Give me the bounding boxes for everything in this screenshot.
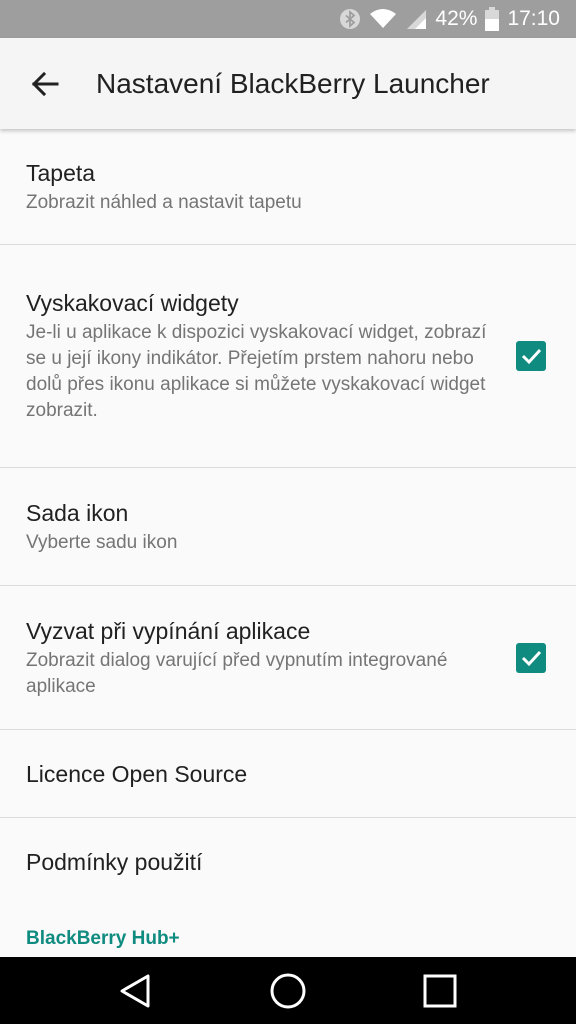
pref-title: Tapeta (26, 159, 96, 186)
nav-back-button[interactable] (106, 961, 166, 1021)
nav-home-button[interactable] (258, 961, 318, 1021)
pref-summary: Je-li u aplikace k dispozici vyskakovací… (26, 322, 487, 421)
checkmark-icon (521, 348, 542, 365)
pref-title: Vyskakovací widgety (26, 290, 239, 316)
pref-icon-pack[interactable]: Sada ikon Vyberte sadu ikon (0, 468, 576, 586)
pref-title: Vyzvat při vypínání aplikace (26, 617, 311, 644)
navigation-bar (0, 957, 576, 1024)
back-triangle-icon (120, 974, 150, 1007)
checkmark-icon (521, 650, 542, 666)
arrow-back-icon (31, 71, 59, 96)
pref-wallpaper[interactable]: Tapeta Zobrazit náhled a nastavit tapetu (0, 129, 576, 245)
status-bar: 42% 17:10 (0, 0, 576, 38)
battery-icon (485, 7, 500, 31)
category-header: BlackBerry Hub+ (26, 928, 180, 949)
pref-open-source-licences[interactable]: Licence Open Source (0, 730, 576, 818)
settings-list[interactable]: Tapeta Zobrazit náhled a nastavit tapetu… (0, 129, 576, 957)
pref-summary: Zobrazit náhled a nastavit tapetu (26, 191, 302, 213)
popup-widgets-checkbox[interactable] (516, 341, 546, 371)
pref-app-disable-prompt[interactable]: Vyzvat při vypínání aplikace Zobrazit di… (0, 586, 576, 730)
signal-icon (405, 8, 427, 30)
app-bar: Nastavení BlackBerry Launcher (0, 38, 576, 129)
pref-summary: Zobrazit dialog varující před vypnutím i… (26, 649, 448, 697)
pref-title: Podmínky použití (26, 849, 203, 875)
pref-summary: Vyberte sadu ikon (26, 531, 178, 553)
pref-popup-widgets[interactable]: Vyskakovací widgety Je-li u aplikace k d… (0, 245, 576, 468)
clock: 17:10 (507, 7, 560, 30)
pref-title: Licence Open Source (26, 760, 248, 787)
disable-prompt-checkbox[interactable] (516, 642, 546, 673)
bluetooth-icon (339, 8, 361, 30)
battery-percent: 42% (435, 7, 478, 30)
home-circle-icon (270, 973, 306, 1008)
page-title: Nastavení BlackBerry Launcher (96, 67, 490, 99)
recents-square-icon (423, 974, 457, 1007)
pref-terms-of-use[interactable]: Podmínky použití (0, 818, 576, 906)
wifi-icon (369, 8, 397, 30)
back-button[interactable] (0, 38, 90, 129)
pref-title: Sada ikon (26, 499, 129, 526)
nav-recents-button[interactable] (410, 961, 470, 1021)
